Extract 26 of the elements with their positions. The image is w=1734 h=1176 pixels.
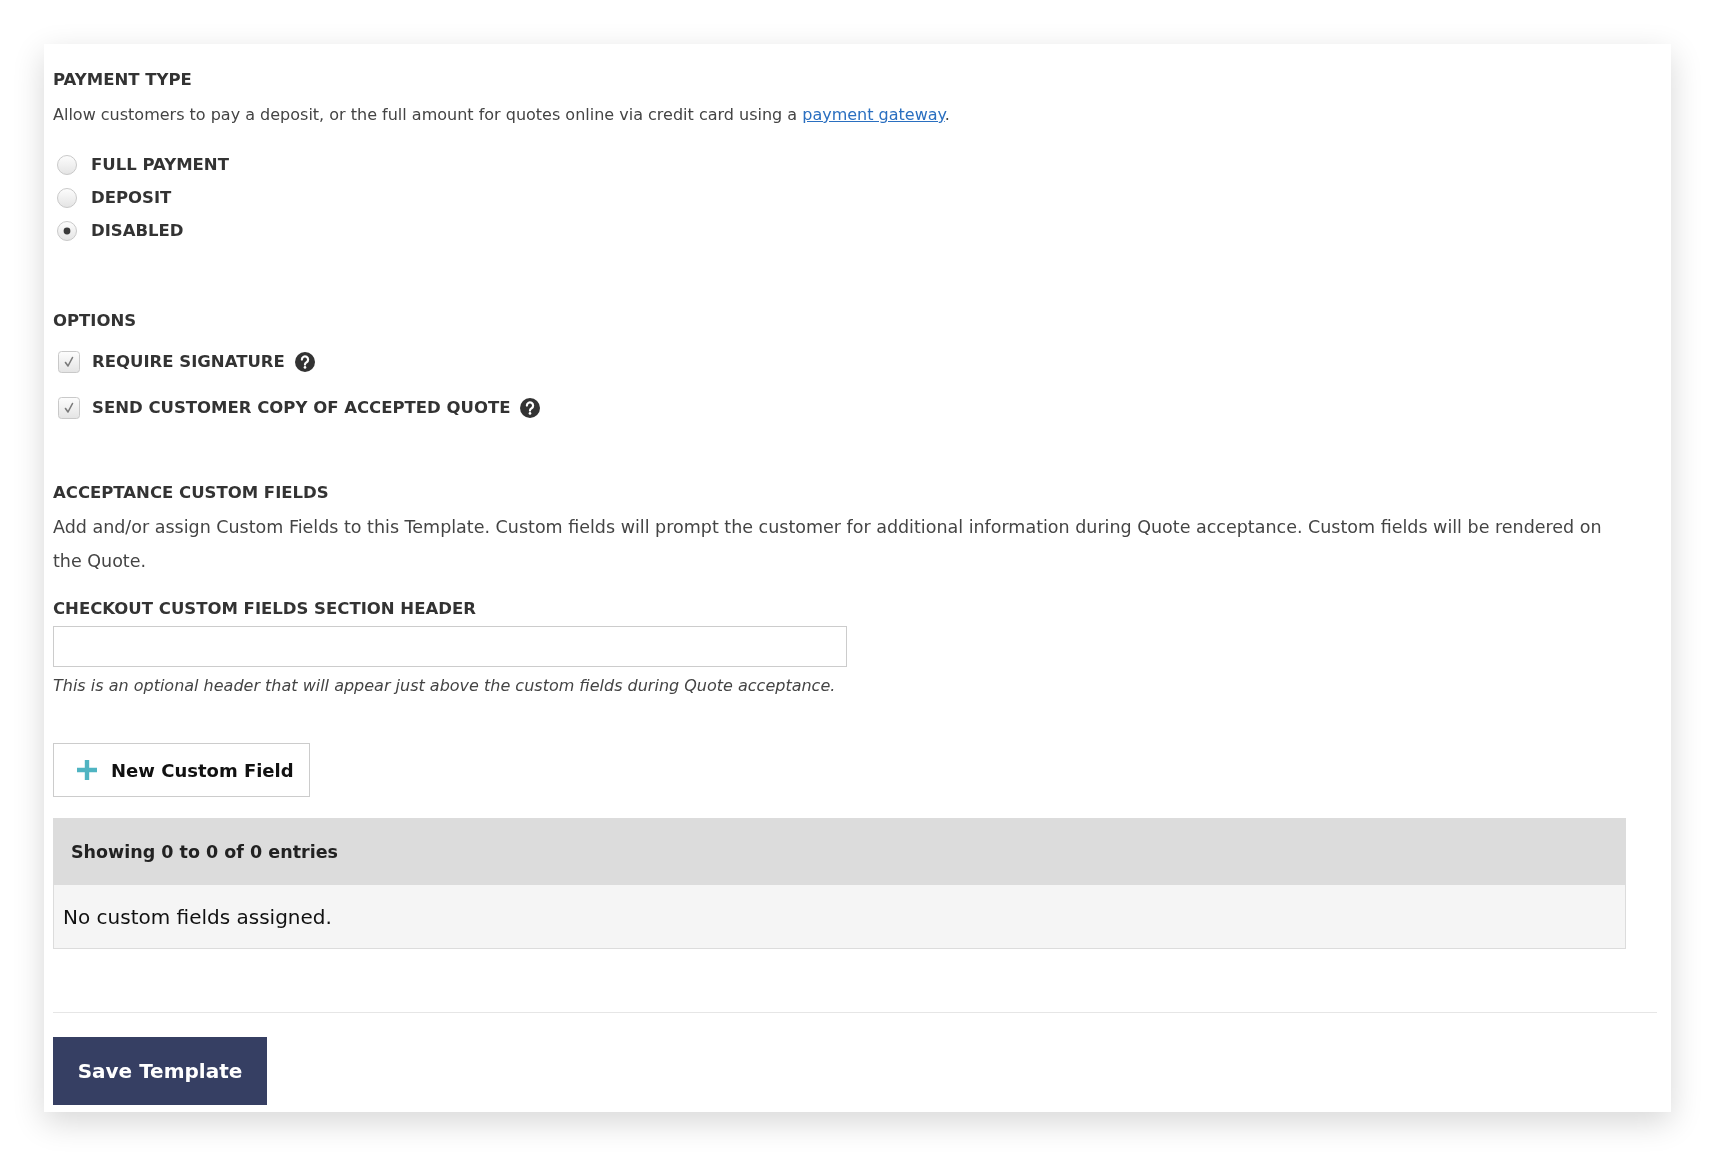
- checkbox[interactable]: [58, 397, 80, 419]
- field-help-text: This is an optional header that will appear just above the custom fields during Quote acceptance.: [53, 676, 836, 696]
- help-icon[interactable]: [294, 352, 315, 372]
- checkbox-label: REQUIRE SIGNATURE: [92, 352, 285, 372]
- payment-type-description: Allow customers to pay a deposit, or the full amount for quotes online via credit card using a payment gateway.: [53, 104, 950, 126]
- section-heading: CHECKOUT CUSTOM FIELDS SECTION HEADER: [53, 599, 476, 619]
- radio-button[interactable]: [57, 154, 77, 175]
- radio-label: FULL PAYMENT: [91, 154, 229, 175]
- empty-table-message: No custom fields assigned.: [63, 903, 332, 931]
- section-heading: PAYMENT TYPE: [53, 70, 192, 90]
- checkbox-label: SEND CUSTOMER COPY OF ACCEPTED QUOTE: [92, 398, 511, 418]
- section-heading: OPTIONS: [53, 311, 137, 331]
- payment-gateway-link[interactable]: payment gateway: [802, 105, 945, 124]
- plus-icon: [77, 760, 97, 780]
- help-icon[interactable]: [520, 398, 541, 418]
- radio-label: DEPOSIT: [91, 187, 172, 208]
- save-template-button[interactable]: Save Template: [53, 1037, 267, 1105]
- checkbox[interactable]: [58, 351, 80, 373]
- radio-button[interactable]: [57, 220, 77, 241]
- radio-label: DISABLED: [91, 220, 184, 241]
- entries-count-text: Showing 0 to 0 of 0 entries: [71, 840, 338, 864]
- section-header-input[interactable]: [53, 626, 847, 667]
- radio-button[interactable]: [57, 187, 77, 208]
- acceptance-description: Add and/or assign Custom Fields to this Template. Custom fields will prompt the customer for additional information during Quote acceptance. Custom fields will be rendered on the Quote.: [53, 516, 1603, 573]
- section-heading: ACCEPTANCE CUSTOM FIELDS: [53, 483, 329, 503]
- new-custom-field-button[interactable]: New Custom Field: [53, 743, 310, 797]
